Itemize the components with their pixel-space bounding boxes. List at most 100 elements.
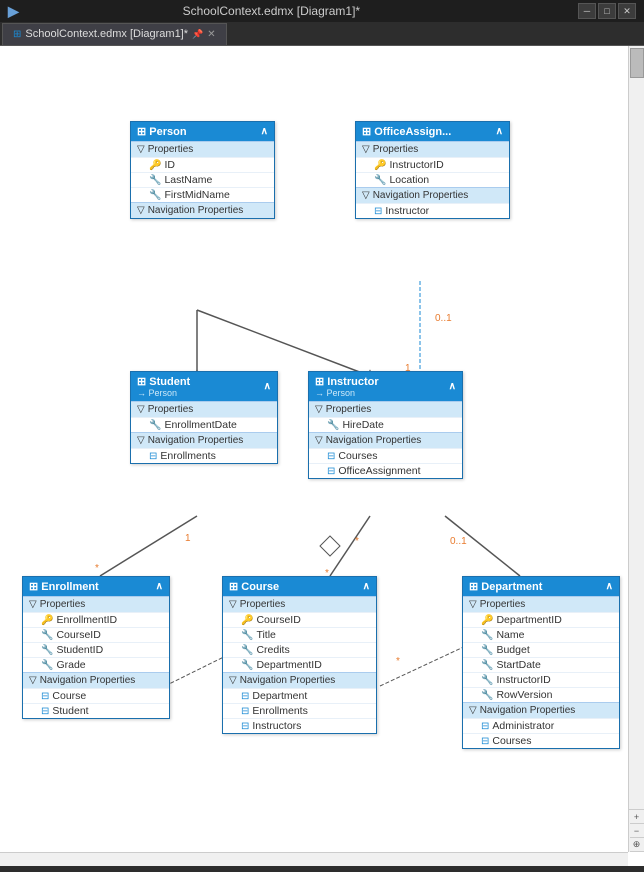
diagram-tab[interactable]: ⊞ SchoolContext.edmx [Diagram1]* 📌 ✕ [2,23,227,45]
maximize-button[interactable]: □ [598,3,616,19]
department-nav-header: ▽ Navigation Properties [463,702,619,718]
enrollment-header: ⊞ Enrollment ∧ [23,577,169,596]
tab-close-icon[interactable]: ✕ [207,29,215,40]
diagram-area: 0..1 1 1 * * 1 * * * 1 0..1 ⊞ Person ∧ [0,46,644,866]
tab-bar: ⊞ SchoolContext.edmx [Diagram1]* 📌 ✕ [0,22,644,46]
window-controls[interactable]: ─ □ ✕ [578,3,636,19]
course-instructors-nav: ⊟ Instructors [223,718,376,733]
enrollment-name: ⊞ Enrollment [29,580,99,593]
entity-enrollment: ⊞ Enrollment ∧ ▽ Properties 🔑 Enrollment… [22,576,170,719]
enrollment-course-nav: ⊟ Course [23,688,169,703]
person-expand-icon[interactable]: ∧ [261,126,268,137]
property-icon: 🔧 [481,675,493,686]
entity-person-header: ⊞ Person ∧ [131,122,274,141]
student-expand-icon[interactable]: ∧ [264,381,271,392]
svg-text:0..1: 0..1 [450,536,467,547]
department-props-header: ▽ Properties [463,596,619,612]
officeassignment-instructorid: 🔑 InstructorID [356,157,509,172]
tab-label: SchoolContext.edmx [Diagram1]* [25,28,188,40]
title-bar: ▶ SchoolContext.edmx [Diagram1]* ─ □ ✕ [0,0,644,22]
enrollment-nav-header: ▽ Navigation Properties [23,672,169,688]
entity-course: ⊞ Course ∧ ▽ Properties 🔑 CourseID 🔧 Tit… [222,576,377,734]
course-departmentid: 🔧 DepartmentID [223,657,376,672]
department-startdate: 🔧 StartDate [463,657,619,672]
instructor-officeassignment-nav: ⊟ OfficeAssignment [309,463,462,478]
property-icon: 🔧 [41,630,53,641]
enrollment-grade: 🔧 Grade [23,657,169,672]
department-courses-nav: ⊟ Courses [463,733,619,748]
department-rowversion: 🔧 RowVersion [463,687,619,702]
property-icon: 🔧 [481,645,493,656]
nav-icon: ⊟ [241,721,249,732]
student-header: ⊞ Student → Person ∧ [131,372,277,401]
course-credits: 🔧 Credits [223,642,376,657]
enrollment-expand-icon[interactable]: ∧ [156,581,163,592]
instructor-courses-nav: ⊟ Courses [309,448,462,463]
instructor-props-header: ▽ Properties [309,401,462,417]
student-enrollmentdate: 🔧 EnrollmentDate [131,417,277,432]
entity-department: ⊞ Department ∧ ▽ Properties 🔑 Department… [462,576,620,749]
zoom-in-button[interactable]: + [630,810,644,824]
title-text: SchoolContext.edmx [Diagram1]* [0,4,578,18]
entity-officeassignment: ⊞ OfficeAssign... ∧ ▽ Properties 🔑 Instr… [355,121,510,219]
person-props-collapse: ▽ [137,144,145,155]
officeassignment-name: ⊞ OfficeAssign... [362,125,451,138]
tab-icon: ⊞ [13,29,21,40]
nav-icon: ⊟ [149,451,157,462]
officeassignment-location: 🔧 Location [356,172,509,187]
key-icon: 🔑 [149,160,161,171]
entity-instructor: ⊞ Instructor → Person ∧ ▽ Properties 🔧 H… [308,371,463,479]
zoom-out-button[interactable]: − [630,824,644,838]
enrollment-courseid: 🔧 CourseID [23,627,169,642]
nav-icon: ⊟ [241,706,249,717]
close-button[interactable]: ✕ [618,3,636,19]
course-courseid: 🔑 CourseID [223,612,376,627]
person-lastname-row: 🔧 LastName [131,172,274,187]
zoom-controls: + − ⊕ [628,809,644,852]
course-name: ⊞ Course [229,580,279,593]
course-enrollments-nav: ⊟ Enrollments [223,703,376,718]
course-department-nav: ⊟ Department [223,688,376,703]
course-props-header: ▽ Properties [223,596,376,612]
key-icon: 🔑 [241,615,253,626]
property-icon: 🔧 [241,630,253,641]
property-icon: 🔧 [149,420,161,431]
property-icon: 🔧 [41,660,53,671]
person-properties-header: ▽ Properties [131,141,274,157]
course-nav-header: ▽ Navigation Properties [223,672,376,688]
svg-text:*: * [396,656,400,667]
student-enrollments-nav: ⊟ Enrollments [131,448,277,463]
department-header: ⊞ Department ∧ [463,577,619,596]
officeassignment-header: ⊞ OfficeAssign... ∧ [356,122,509,141]
property-icon: 🔧 [241,660,253,671]
instructor-nav-header: ▽ Navigation Properties [309,432,462,448]
entity-person: ⊞ Person ∧ ▽ Properties 🔑 ID 🔧 LastName … [130,121,275,219]
student-nav-header: ▽ Navigation Properties [131,432,277,448]
nav-icon: ⊟ [41,706,49,717]
property-icon: 🔧 [374,175,386,186]
person-firstname-row: 🔧 FirstMidName [131,187,274,202]
scrollbar-horizontal[interactable] [0,852,628,866]
officeassignment-instructor-nav: ⊟ Instructor [356,203,509,218]
svg-text:*: * [355,536,359,547]
department-budget: 🔧 Budget [463,642,619,657]
instructor-expand-icon[interactable]: ∧ [449,381,456,392]
nav-icon: ⊟ [327,451,335,462]
officeassignment-expand-icon[interactable]: ∧ [496,126,503,137]
key-icon: 🔑 [374,160,386,171]
student-name: ⊞ Student [137,375,190,388]
scrollbar-vertical[interactable] [628,46,644,852]
entity-student: ⊞ Student → Person ∧ ▽ Properties 🔧 Enro… [130,371,278,464]
person-nav-header: ▽ Navigation Properties [131,202,274,218]
department-expand-icon[interactable]: ∧ [606,581,613,592]
enrollment-studentid: 🔧 StudentID [23,642,169,657]
zoom-fit-button[interactable]: ⊕ [630,838,644,852]
entity-person-name: ⊞ Person [137,125,187,138]
person-id-row: 🔑 ID [131,157,274,172]
pin-icon[interactable]: 📌 [192,29,203,40]
enrollment-props-header: ▽ Properties [23,596,169,612]
nav-icon: ⊟ [481,721,489,732]
instructor-name: ⊞ Instructor [315,375,379,388]
minimize-button[interactable]: ─ [578,3,596,19]
course-expand-icon[interactable]: ∧ [363,581,370,592]
